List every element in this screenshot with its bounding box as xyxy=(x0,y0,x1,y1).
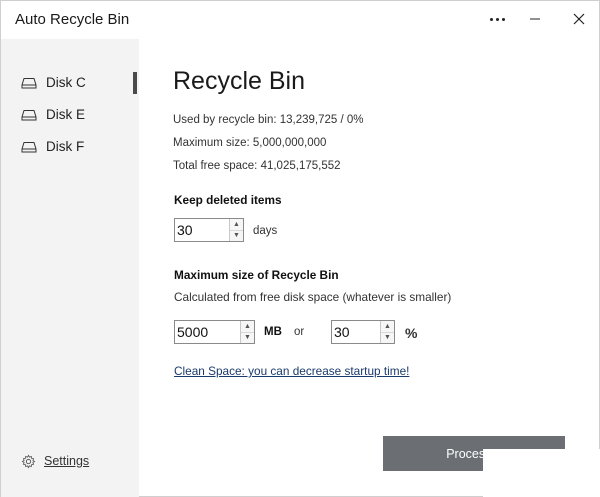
close-icon xyxy=(573,13,585,25)
max-size-mb-input[interactable] xyxy=(175,321,240,343)
used-by-recycle-bin: Used by recycle bin: 13,239,725 / 0% xyxy=(173,114,364,126)
stepper-arrows[interactable]: ▲ ▼ xyxy=(380,321,394,343)
drive-icon xyxy=(21,142,37,153)
stepper-down-icon[interactable]: ▼ xyxy=(381,332,394,343)
max-size-percent-stepper[interactable]: ▲ ▼ xyxy=(331,320,395,344)
stepper-up-icon[interactable]: ▲ xyxy=(381,321,394,333)
gear-icon xyxy=(21,454,36,468)
max-size-description: Calculated from free disk space (whateve… xyxy=(174,290,452,304)
selection-indicator xyxy=(133,72,137,94)
max-size-percent-input[interactable] xyxy=(332,321,380,343)
drive-icon xyxy=(21,78,37,89)
sidebar-item-label: Disk C xyxy=(46,75,86,90)
watermark-overlay xyxy=(483,449,600,497)
drive-icon xyxy=(21,110,37,121)
maximum-size: Maximum size: 5,000,000,000 xyxy=(173,137,327,149)
keep-days-stepper[interactable]: ▲ ▼ xyxy=(174,218,244,242)
page-title: Recycle Bin xyxy=(173,67,305,95)
days-label: days xyxy=(253,225,278,237)
clean-space-link[interactable]: Clean Space: you can decrease startup ti… xyxy=(174,364,409,378)
sidebar-item-label: Disk F xyxy=(46,139,85,154)
stepper-up-icon[interactable]: ▲ xyxy=(241,321,254,333)
settings-link[interactable]: Settings xyxy=(21,451,89,471)
sidebar-item-label: Disk E xyxy=(46,107,86,122)
main-panel: Recycle Bin Used by recycle bin: 13,239,… xyxy=(139,39,599,497)
keep-deleted-heading: Keep deleted items xyxy=(174,193,282,207)
more-dots-icon xyxy=(489,17,505,21)
sidebar: Disk C Disk E Disk F Settings xyxy=(1,39,139,497)
close-button[interactable] xyxy=(561,5,597,33)
stepper-down-icon[interactable]: ▼ xyxy=(241,332,254,343)
settings-label: Settings xyxy=(44,454,90,468)
percent-label: % xyxy=(405,325,418,341)
minimize-icon xyxy=(530,18,540,20)
max-size-heading: Maximum size of Recycle Bin xyxy=(174,268,339,282)
minimize-button[interactable] xyxy=(517,5,553,33)
total-free-space: Total free space: 41,025,175,552 xyxy=(173,160,341,172)
app-window: Auto Recycle Bin Disk C Disk E Disk F Se… xyxy=(0,0,600,497)
keep-days-input[interactable] xyxy=(175,219,229,241)
stepper-arrows[interactable]: ▲ ▼ xyxy=(229,219,243,241)
sidebar-item-disk-c[interactable]: Disk C xyxy=(1,68,139,98)
more-options-button[interactable] xyxy=(479,5,515,33)
stepper-arrows[interactable]: ▲ ▼ xyxy=(240,321,254,343)
stepper-down-icon[interactable]: ▼ xyxy=(230,230,243,241)
max-size-mb-stepper[interactable]: ▲ ▼ xyxy=(174,320,255,344)
sidebar-item-disk-f[interactable]: Disk F xyxy=(1,132,139,162)
mb-label: MB xyxy=(264,326,282,338)
title-bar: Auto Recycle Bin xyxy=(1,1,599,39)
or-label: or xyxy=(294,326,305,338)
sidebar-item-disk-e[interactable]: Disk E xyxy=(1,100,139,130)
stepper-up-icon[interactable]: ▲ xyxy=(230,219,243,231)
app-title: Auto Recycle Bin xyxy=(15,11,130,28)
